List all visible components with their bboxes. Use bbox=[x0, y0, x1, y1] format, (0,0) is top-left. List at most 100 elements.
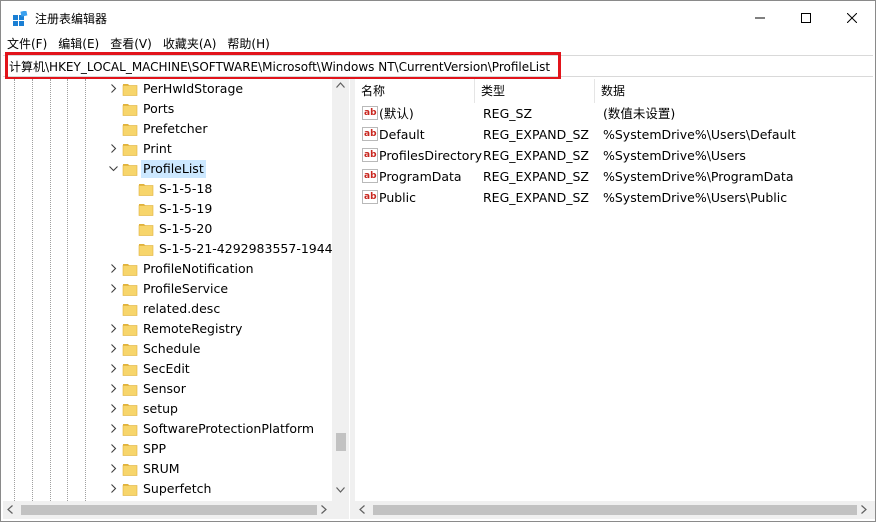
minimize-icon bbox=[755, 17, 765, 19]
chevron-right-icon[interactable] bbox=[109, 484, 118, 493]
folder-icon bbox=[122, 344, 138, 356]
tree-item-label: Ports bbox=[143, 101, 175, 116]
close-icon bbox=[847, 13, 857, 23]
chevron-right-icon[interactable] bbox=[109, 464, 118, 473]
tree-item[interactable]: setup bbox=[3, 399, 333, 419]
chevron-right-icon[interactable] bbox=[109, 424, 118, 433]
tree-item[interactable]: S-1-5-21-4292983557-194403 bbox=[3, 239, 349, 259]
tree-item[interactable]: ProfileService bbox=[3, 279, 333, 299]
tree-item[interactable]: Ports bbox=[3, 99, 333, 119]
tree-item[interactable]: Sensor bbox=[3, 379, 333, 399]
folder-icon bbox=[138, 224, 154, 236]
tree-item[interactable]: PerHwIdStorage bbox=[3, 79, 333, 99]
string-value-icon: ab bbox=[362, 169, 378, 183]
value-name: (默认) bbox=[379, 106, 414, 121]
tree-horizontal-scroll-thumb[interactable] bbox=[21, 505, 317, 515]
chevron-right-icon[interactable] bbox=[109, 264, 118, 273]
tree-item[interactable]: SoftwareProtectionPlatform bbox=[3, 419, 333, 439]
folder-icon bbox=[122, 464, 138, 476]
maximize-button[interactable] bbox=[783, 1, 829, 35]
value-row[interactable]: ab Default REG_EXPAND_SZ %SystemDrive%\User… bbox=[355, 124, 875, 145]
value-row[interactable]: ab ProgramData REG_EXPAND_SZ %SystemDrive%\… bbox=[355, 166, 875, 187]
value-type: REG_EXPAND_SZ bbox=[483, 148, 589, 163]
tree-item[interactable]: S-1-5-19 bbox=[3, 199, 333, 219]
column-header-type[interactable]: 类型 bbox=[475, 79, 595, 103]
chevron-right-icon[interactable] bbox=[109, 444, 118, 453]
value-row[interactable]: ab ProfilesDirectory REG_EXPAND_SZ %SystemD… bbox=[355, 145, 875, 166]
address-highlight-box bbox=[5, 52, 561, 80]
scroll-right-icon[interactable] bbox=[861, 505, 867, 514]
tree-item-label: SecEdit bbox=[143, 361, 190, 376]
tree-item[interactable]: Prefetcher bbox=[3, 119, 333, 139]
value-data: %SystemDrive%\Users bbox=[603, 148, 746, 163]
chevron-down-icon[interactable] bbox=[109, 164, 118, 173]
chevron-right-icon[interactable] bbox=[109, 284, 118, 293]
chevron-right-icon[interactable] bbox=[109, 384, 118, 393]
tree-item[interactable]: Schedule bbox=[3, 339, 333, 359]
column-header-data[interactable]: 数据 bbox=[595, 79, 875, 103]
tree-item[interactable]: SPP bbox=[3, 439, 333, 459]
column-header-name[interactable]: 名称 bbox=[355, 79, 475, 103]
list-horizontal-scrollbar[interactable] bbox=[355, 501, 875, 519]
tree-item-label: PerHwIdStorage bbox=[143, 81, 244, 96]
folder-icon bbox=[138, 244, 154, 256]
tree-item[interactable]: SRUM bbox=[3, 459, 333, 479]
tree-item-label: ProfileList bbox=[141, 160, 206, 178]
tree-item[interactable]: RemoteRegistry bbox=[3, 319, 333, 339]
tree-item[interactable]: Print bbox=[3, 139, 333, 159]
tree-item[interactable]: S-1-5-18 bbox=[3, 179, 333, 199]
title-bar[interactable]: 注册表编辑器 bbox=[1, 1, 875, 35]
value-type: REG_EXPAND_SZ bbox=[483, 169, 589, 184]
maximize-icon bbox=[801, 13, 811, 23]
chevron-right-icon[interactable] bbox=[109, 344, 118, 353]
chevron-right-icon[interactable] bbox=[109, 364, 118, 373]
minimize-button[interactable] bbox=[737, 1, 783, 35]
tree-item-label: Sensor bbox=[143, 381, 186, 396]
folder-icon bbox=[122, 144, 138, 156]
tree-item[interactable]: related.desc bbox=[3, 299, 333, 319]
value-data: (数值未设置) bbox=[603, 106, 676, 121]
chevron-right-icon[interactable] bbox=[109, 144, 118, 153]
chevron-right-icon[interactable] bbox=[109, 324, 118, 333]
string-value-icon: ab bbox=[362, 106, 378, 120]
scroll-left-icon[interactable] bbox=[359, 505, 365, 514]
value-row[interactable]: ab (默认) REG_SZ (数值未设置) bbox=[355, 103, 875, 124]
folder-icon bbox=[122, 484, 138, 496]
value-type: REG_EXPAND_SZ bbox=[483, 127, 589, 142]
value-list-pane: 名称 类型 数据 ab (默认) REG_SZ (数值未设置) ab Default REG… bbox=[355, 79, 875, 519]
folder-icon bbox=[122, 324, 138, 336]
scroll-down-icon[interactable] bbox=[336, 487, 345, 493]
tree-vertical-scroll-thumb[interactable] bbox=[336, 433, 346, 451]
folder-icon bbox=[122, 424, 138, 436]
folder-icon bbox=[122, 104, 138, 116]
tree-item-label: Superfetch bbox=[143, 481, 212, 496]
tree-item[interactable]: ProfileNotification bbox=[3, 259, 333, 279]
chevron-right-icon[interactable] bbox=[109, 404, 118, 413]
folder-icon bbox=[138, 204, 154, 216]
tree-item-label: S-1-5-18 bbox=[159, 181, 213, 196]
tree-item-label: S-1-5-20 bbox=[159, 221, 213, 236]
chevron-right-icon[interactable] bbox=[109, 84, 118, 93]
tree-item-label: Print bbox=[143, 141, 172, 156]
tree-horizontal-scrollbar[interactable] bbox=[3, 501, 349, 519]
scroll-up-icon[interactable] bbox=[336, 82, 345, 88]
tree-item[interactable]: ProfileList bbox=[3, 159, 333, 179]
tree-item[interactable]: S-1-5-20 bbox=[3, 219, 333, 239]
value-name: Public bbox=[379, 190, 416, 205]
tree-item-label: SRUM bbox=[143, 461, 180, 476]
tree-item[interactable]: SecEdit bbox=[3, 359, 333, 379]
tree-item-label: S-1-5-21-4292983557-194403 bbox=[159, 241, 349, 256]
scroll-right-icon[interactable] bbox=[321, 505, 327, 514]
value-data: %SystemDrive%\Users\Default bbox=[603, 127, 796, 142]
close-button[interactable] bbox=[829, 1, 875, 35]
list-header: 名称 类型 数据 bbox=[355, 79, 875, 103]
value-row[interactable]: ab Public REG_EXPAND_SZ %SystemDrive%\Users… bbox=[355, 187, 875, 208]
string-value-icon: ab bbox=[362, 127, 378, 141]
tree-vertical-scrollbar[interactable] bbox=[332, 79, 349, 501]
tree-item-label: SoftwareProtectionPlatform bbox=[143, 421, 315, 436]
tree-item[interactable]: Superfetch bbox=[3, 479, 333, 499]
folder-icon bbox=[122, 304, 138, 316]
list-horizontal-scroll-thumb[interactable] bbox=[373, 505, 857, 515]
scroll-left-icon[interactable] bbox=[7, 505, 13, 514]
tree-item-label: setup bbox=[143, 401, 178, 416]
